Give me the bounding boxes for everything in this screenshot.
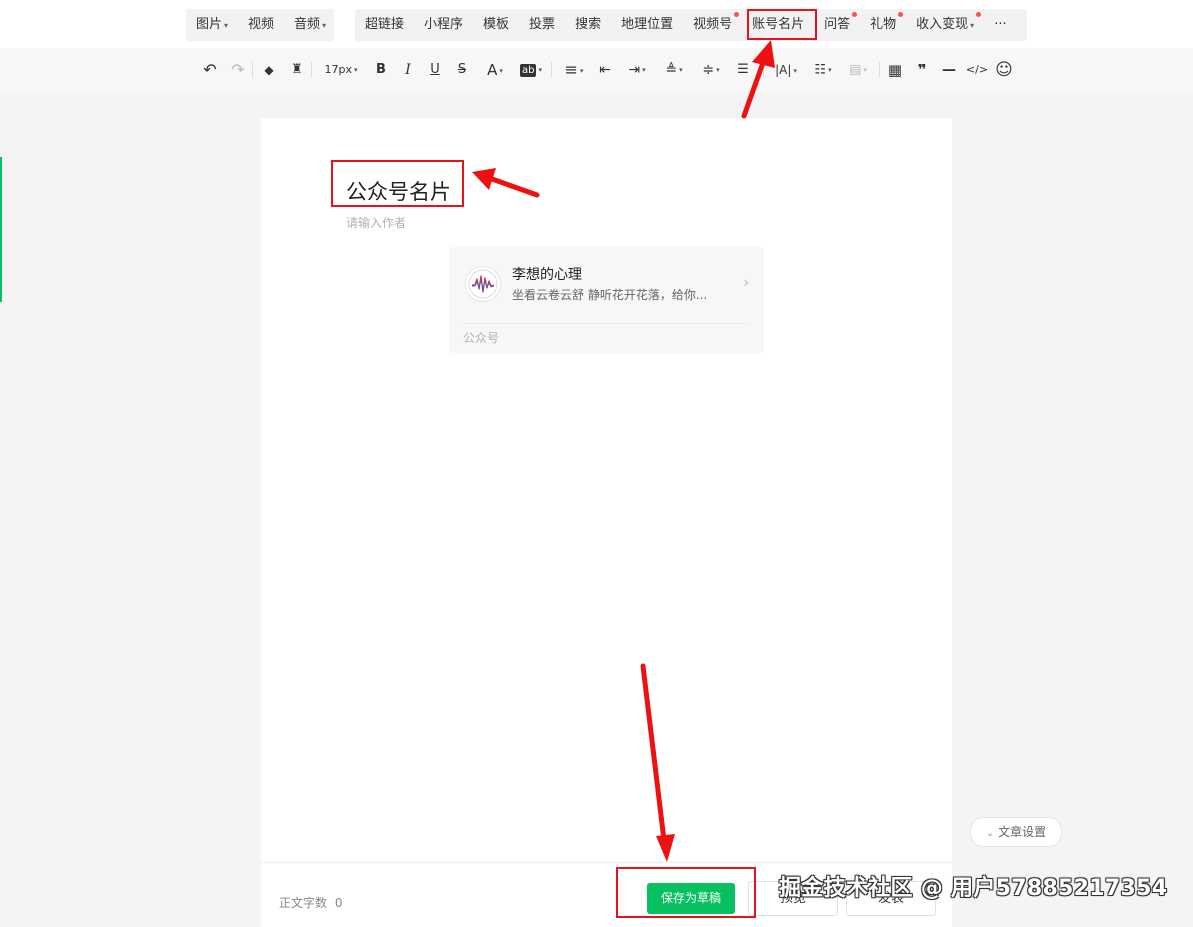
- group2-item-label: 搜索: [575, 17, 602, 32]
- account-avatar: [465, 266, 501, 302]
- format-painter-icon[interactable]: ♜: [287, 59, 307, 81]
- paragraph-spacing-icon[interactable]: ≑ ▾: [696, 59, 726, 81]
- group2-item-2[interactable]: 模板: [473, 9, 519, 41]
- redo-icon[interactable]: ↷: [228, 59, 248, 81]
- notice-dot: [734, 12, 740, 17]
- notice-dot: [898, 12, 904, 17]
- article-settings-label: 文章设置: [998, 825, 1047, 839]
- group2-item-label: 视频号: [693, 17, 733, 32]
- group2-item-label: 收入变现: [916, 17, 969, 32]
- italic-button[interactable]: I: [399, 59, 417, 81]
- account-type-label: 公众号: [463, 331, 500, 345]
- divider: [879, 62, 880, 78]
- group2-item-9[interactable]: 礼物: [860, 9, 906, 41]
- annotation-box-save: [616, 867, 756, 918]
- insert-group-widgets: 超链接 小程序 模板 投票 搜索 地理位置 视频号 账号名片 问答 礼物 收入变现 ▾ ···: [355, 9, 1027, 41]
- group2-item-label: 问答: [824, 17, 851, 32]
- group1-item-label: 音频: [294, 17, 321, 32]
- divider: [252, 62, 253, 78]
- group2-item-5[interactable]: 地理位置: [611, 9, 683, 41]
- emoji-icon[interactable]: ☺: [993, 59, 1015, 81]
- divider: [551, 62, 552, 78]
- font-size-select[interactable]: 17px ▾: [318, 59, 364, 81]
- format-toolbar: ↶ ↷ ◆ ♜ 17px ▾ B I U S A ▾ ab ▾ ≡ ▾ ⇤ ⇥ ▾ ≜ ▾ …: [0, 48, 1193, 92]
- text-indent-icon[interactable]: ☰: [733, 59, 753, 81]
- waveform-logo-icon: [468, 269, 498, 299]
- more-icon[interactable]: ···: [984, 9, 1016, 41]
- divider: [311, 62, 312, 78]
- group2-item-6[interactable]: 视频号: [683, 9, 742, 41]
- highlight-icon: ab: [520, 64, 537, 77]
- align-select[interactable]: ≡ ▾: [560, 59, 588, 81]
- word-count-value: 0: [334, 896, 343, 910]
- group2-item-label: 礼物: [870, 17, 897, 32]
- highlight-color-button[interactable]: ab ▾: [516, 59, 546, 81]
- table-icon[interactable]: ▦: [885, 59, 905, 81]
- group1-item-1[interactable]: 视频: [238, 9, 284, 41]
- image-align-icon[interactable]: ▤ ▾: [844, 59, 872, 81]
- account-card[interactable]: 李想的心理 坐看云卷云舒 静听花开花落，给你... › 公众号: [449, 247, 764, 353]
- article-settings-button[interactable]: ⌄ 文章设置: [970, 817, 1062, 847]
- caret-down-icon: ▾: [224, 21, 229, 30]
- group2-item-label: 超链接: [365, 17, 405, 32]
- account-description: 坐看云卷云舒 静听花开花落，给你...: [512, 288, 708, 302]
- group2-item-8[interactable]: 问答: [814, 9, 860, 41]
- group2-item-label: 地理位置: [621, 17, 674, 32]
- group2-item-0[interactable]: 超链接: [355, 9, 414, 41]
- caret-down-icon: ▾: [322, 21, 327, 30]
- group1-item-2[interactable]: 音频 ▾: [284, 9, 336, 41]
- caret-down-icon: ▾: [970, 21, 975, 30]
- group2-item-label: 投票: [529, 17, 556, 32]
- eraser-icon[interactable]: ◆: [259, 59, 279, 81]
- author-input[interactable]: 请输入作者: [346, 214, 406, 231]
- line-spacing-icon[interactable]: ≜ ▾: [659, 59, 689, 81]
- divider: [763, 62, 764, 78]
- group2-item-1[interactable]: 小程序: [414, 9, 473, 41]
- divider: [463, 323, 750, 324]
- insert-group-media: 图片 ▾ 视频 音频 ▾: [186, 9, 334, 41]
- group2-item-4[interactable]: 搜索: [565, 9, 611, 41]
- group1-item-0[interactable]: 图片 ▾: [186, 9, 238, 41]
- notice-dot: [852, 12, 858, 17]
- letter-spacing-icon[interactable]: |A| ▾: [770, 59, 802, 81]
- word-count-label: 正文字数: [279, 896, 328, 910]
- group2-item-label: 小程序: [424, 17, 464, 32]
- undo-icon[interactable]: ↶: [200, 59, 220, 81]
- annotation-box-menu: [747, 9, 817, 40]
- quote-icon[interactable]: ❞: [912, 59, 932, 81]
- underline-button[interactable]: U: [426, 59, 444, 81]
- strikethrough-button[interactable]: S: [453, 59, 471, 81]
- bold-button[interactable]: B: [372, 59, 390, 81]
- group1-item-label: 视频: [248, 17, 275, 32]
- annotation-box-title: [331, 160, 464, 207]
- chevron-right-icon: ›: [743, 275, 749, 291]
- left-panel-accent: [0, 157, 2, 302]
- editor-canvas[interactable]: [261, 118, 952, 926]
- code-icon[interactable]: </>: [964, 59, 990, 81]
- indent-out-icon[interactable]: ⇤: [595, 59, 615, 81]
- font-color-button[interactable]: A ▾: [481, 59, 509, 81]
- notice-dot: [976, 12, 982, 17]
- word-count: 正文字数 0: [279, 894, 342, 911]
- group2-item-10[interactable]: 收入变现 ▾: [906, 9, 984, 41]
- watermark: 掘金技术社区 @ 用户57885217354: [779, 876, 1168, 901]
- account-name: 李想的心理: [512, 267, 582, 283]
- chevron-down-double-icon: ⌄: [985, 828, 995, 839]
- horizontal-rule-icon[interactable]: —: [939, 59, 959, 81]
- group2-item-label: 模板: [483, 17, 510, 32]
- list-icon[interactable]: ☷ ▾: [809, 59, 837, 81]
- group1-item-label: 图片: [196, 17, 223, 32]
- insert-menu-bar: 图片 ▾ 视频 音频 ▾ 超链接 小程序 模板 投票 搜索 地理位置 视频号 账号名片 问答 礼物 收入变现…: [0, 0, 1193, 48]
- group2-item-3[interactable]: 投票: [519, 9, 565, 41]
- indent-in-icon[interactable]: ⇥ ▾: [622, 59, 652, 81]
